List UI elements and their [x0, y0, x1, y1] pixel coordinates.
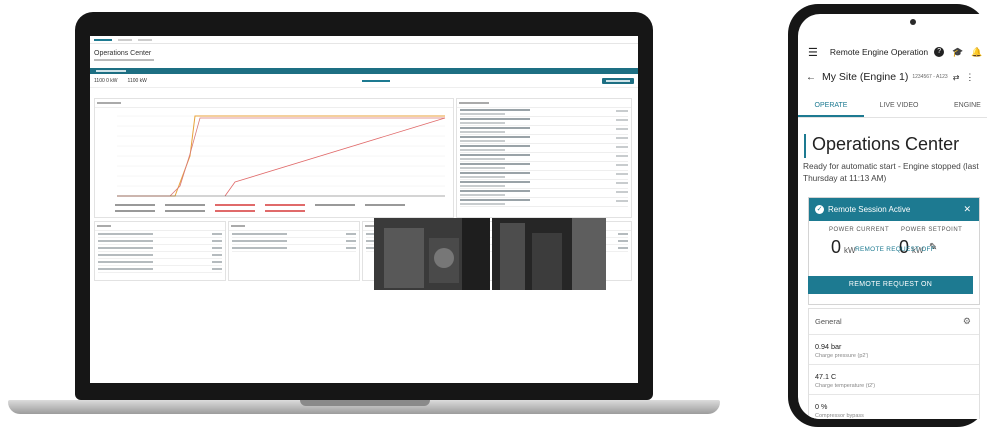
event-row[interactable] [460, 117, 628, 126]
laptop-events-header [457, 99, 631, 108]
laptop-power-row: 1100 0 kW 1100 kW [90, 74, 638, 88]
check-circle-icon: ✓ [815, 205, 824, 214]
list-item: 0 % Compressor bypass [809, 395, 979, 419]
laptop-power-current: 1100 0 kW [94, 77, 118, 84]
tab-operate[interactable]: OPERATE [798, 96, 864, 117]
app-bar-title: Remote Engine Operation [829, 47, 929, 57]
graduation-cap-icon[interactable]: 🎓 [952, 47, 963, 58]
laptop-chart-card [94, 98, 454, 218]
phone-site-bar: ← My Site (Engine 1) 1234567 - A123 ⇄ ⋮ [798, 66, 987, 88]
event-row[interactable] [460, 198, 628, 207]
tab-engine[interactable]: ENGINE [934, 96, 987, 117]
laptop-page-subtitle [90, 57, 638, 62]
power-current-label: POWER CURRENT [829, 227, 890, 233]
laptop-request-off-link[interactable] [362, 79, 391, 83]
general-label: Charge temperature (t2') [815, 383, 876, 389]
general-label: Charge pressure (p2') [815, 353, 869, 359]
data-row [98, 259, 222, 266]
phone-app-bar: ☰ Remote Engine Operation ? 🎓 🔔 [798, 41, 987, 63]
data-row [98, 266, 222, 273]
data-row [98, 238, 222, 245]
general-value: 0.94 bar [815, 342, 842, 351]
event-row[interactable] [460, 108, 628, 117]
more-vert-icon[interactable]: ⋮ [965, 72, 974, 83]
engine-status-text: Ready for automatic start - Engine stopp… [803, 161, 979, 183]
phone-camera [910, 19, 916, 25]
bell-icon[interactable]: 🔔 [971, 47, 982, 58]
laptop-screen: Operations Center 1100 0 kW 1100 kW [90, 36, 638, 383]
help-icon[interactable]: ? [934, 47, 945, 57]
remote-request-off-link[interactable]: REMOTE REQUEST OFF [809, 246, 981, 253]
swap-icon[interactable]: ⇄ [953, 73, 960, 82]
event-row[interactable] [460, 126, 628, 135]
back-arrow-icon[interactable]: ← [806, 72, 816, 83]
event-row[interactable] [460, 144, 628, 153]
phone-tabs: OPERATE LIVE VIDEO ENGINE [798, 96, 987, 118]
data-row [232, 238, 356, 245]
close-icon[interactable]: ✕ [963, 204, 971, 215]
camera-image-2 [492, 218, 606, 290]
laptop-general-header [95, 222, 225, 231]
laptop-request-on-button[interactable] [602, 77, 634, 84]
data-row [98, 245, 222, 252]
data-row [232, 245, 356, 252]
remote-request-on-button[interactable]: REMOTE REQUEST ON [808, 276, 973, 294]
laptop-power-setpoint: 1100 kW [127, 77, 147, 84]
laptop-chart-header [95, 99, 453, 108]
event-row[interactable] [460, 189, 628, 198]
remote-session-label: Remote Session Active [828, 205, 911, 214]
event-row[interactable] [460, 171, 628, 180]
camera-feed-2[interactable] [492, 218, 606, 290]
site-name: My Site (Engine 1) [822, 71, 909, 83]
chart-gridlines [117, 115, 445, 187]
general-value: 0 % [815, 402, 828, 411]
general-label: Compressor bypass [815, 413, 864, 419]
phone-screen: ☰ Remote Engine Operation ? 🎓 🔔 ← My Sit… [798, 14, 987, 419]
site-id: 1234567 - A123 [912, 74, 948, 80]
event-row[interactable] [460, 153, 628, 162]
menu-icon[interactable]: ☰ [808, 46, 818, 59]
camera-feed-1[interactable] [374, 218, 490, 290]
chart-series-ramp [224, 117, 446, 197]
event-row[interactable] [460, 180, 628, 189]
chart-legend [115, 204, 405, 212]
data-row [232, 231, 356, 238]
event-row[interactable] [460, 162, 628, 171]
list-item: 0.94 bar Charge pressure (p2') [809, 335, 979, 365]
general-header: General ⚙ [809, 309, 979, 335]
list-item: 47.1 C Charge temperature (t2') [809, 365, 979, 395]
laptop-top-nav [90, 36, 638, 44]
laptop-general-card [94, 221, 226, 281]
general-card: General ⚙ 0.94 bar Charge pressure (p2')… [808, 308, 980, 419]
laptop-trend-chart [115, 115, 446, 212]
tab-live-video[interactable]: LIVE VIDEO [864, 96, 934, 117]
laptop-power-header [229, 222, 359, 231]
data-row [98, 231, 222, 238]
general-value: 47.1 C [815, 372, 837, 381]
power-setpoint-label: POWER SETPOINT [901, 227, 963, 233]
chart-series-current [117, 117, 445, 197]
laptop-hinge [300, 400, 430, 406]
laptop-events-card [456, 98, 632, 218]
remote-session-banner: ✓ Remote Session Active ✕ [809, 198, 979, 221]
camera-image-1 [374, 218, 490, 290]
event-row[interactable] [460, 135, 628, 144]
gear-icon[interactable]: ⚙ [963, 316, 971, 327]
data-row [98, 252, 222, 259]
laptop-power-card [228, 221, 360, 281]
laptop-page-title: Operations Center [94, 50, 152, 57]
phone-page-title: Operations Center [804, 134, 984, 158]
general-title: General [815, 317, 842, 326]
